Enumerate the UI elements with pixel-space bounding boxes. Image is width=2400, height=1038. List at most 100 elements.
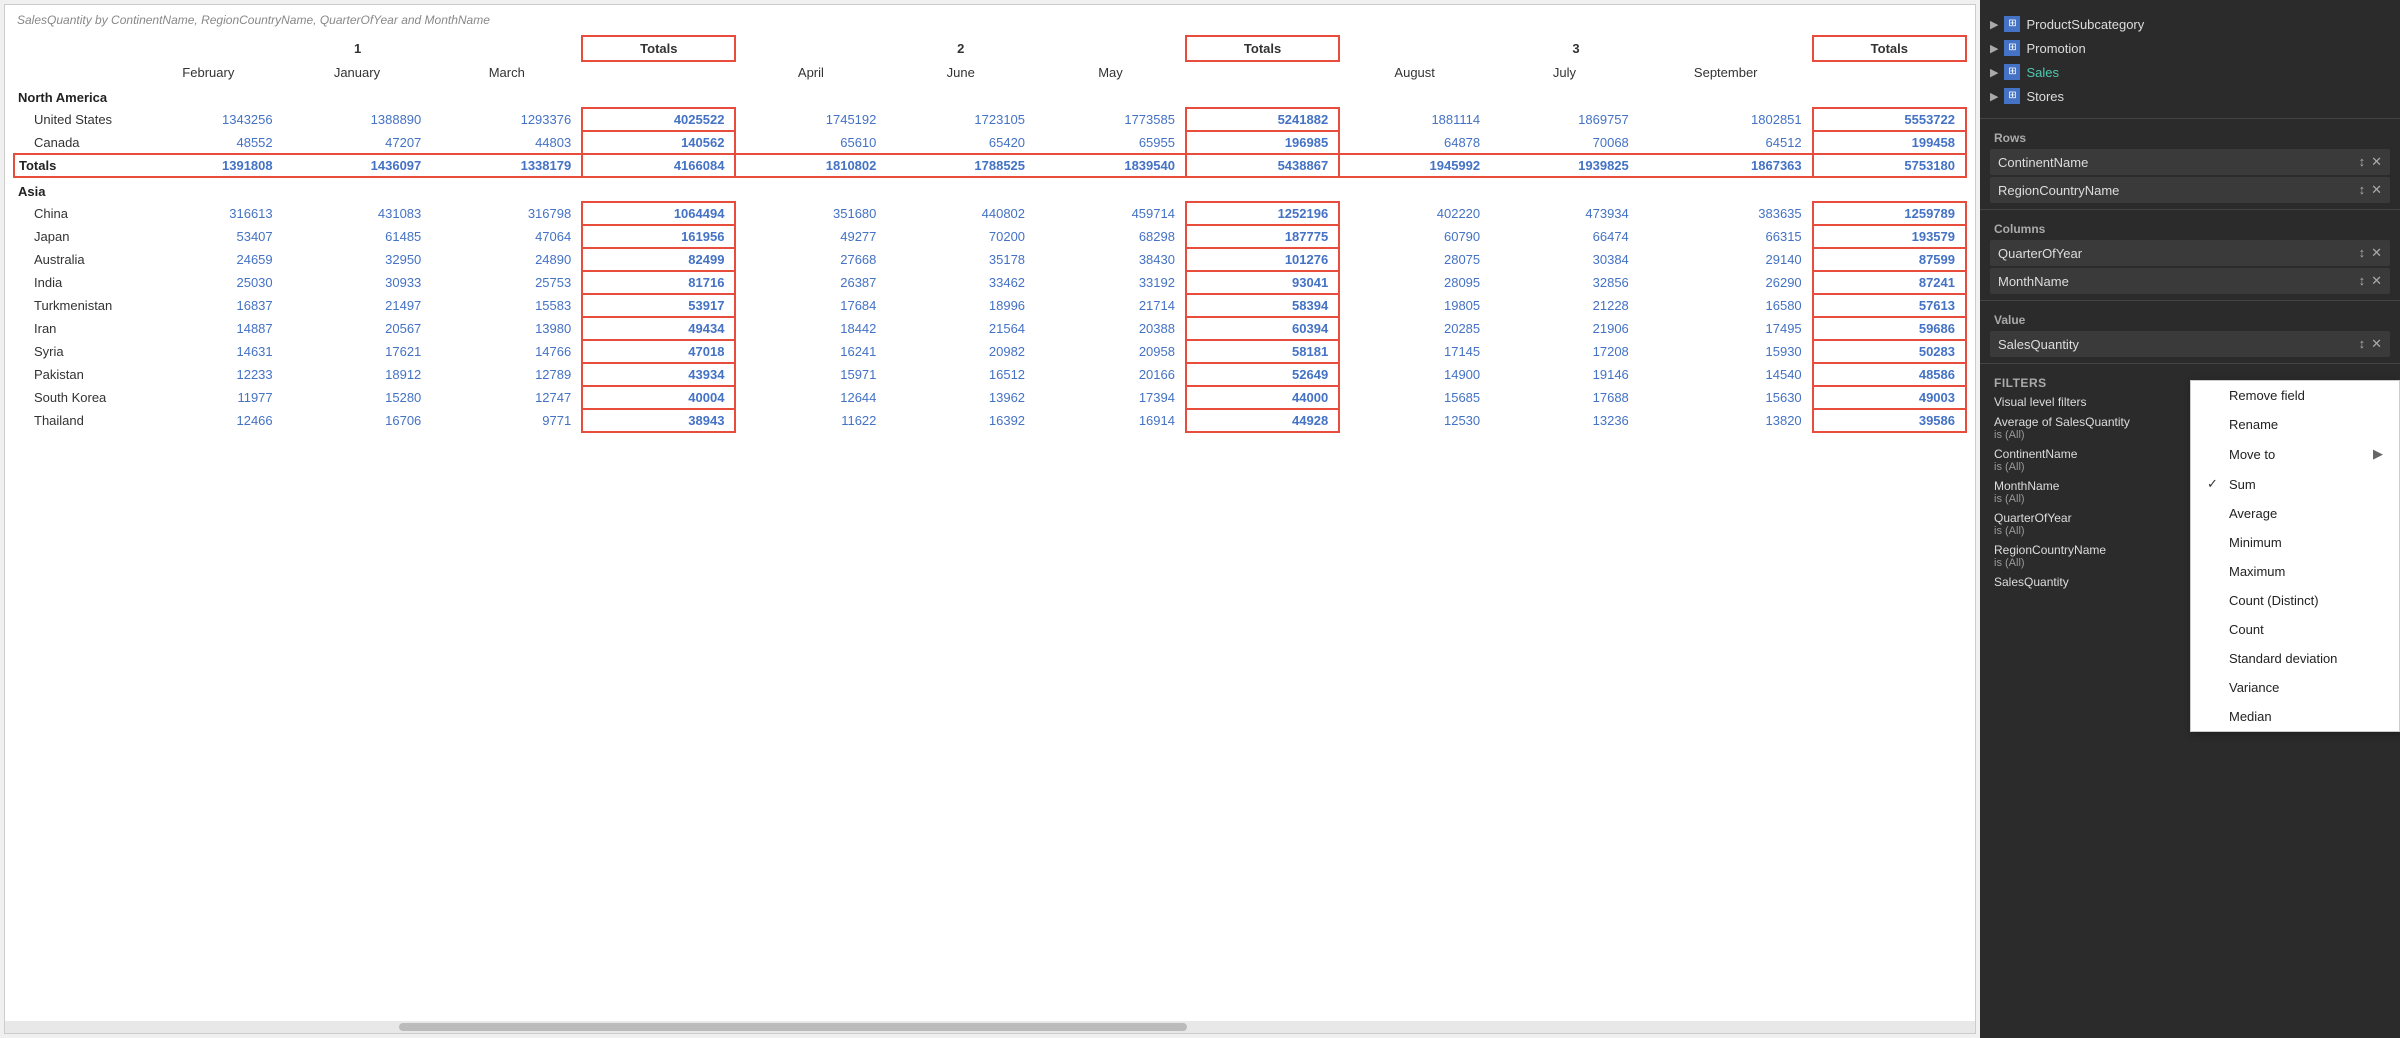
data-cell: 15930 xyxy=(1639,340,1813,363)
context-menu-item-count[interactable]: Count xyxy=(2191,615,2399,644)
context-menu-item-minimum[interactable]: Minimum xyxy=(2191,528,2399,557)
col-may: May xyxy=(1035,61,1186,84)
horizontal-scrollbar[interactable] xyxy=(5,1021,1975,1033)
sort-icon[interactable]: ↕ xyxy=(2359,154,2366,170)
q1-totals-cell: 82499 xyxy=(582,248,735,271)
remove-icon[interactable]: ✕ xyxy=(2371,182,2382,198)
table-scroll-area[interactable]: 1 Totals 2 Totals 3 Totals February Janu… xyxy=(5,31,1975,1021)
tree-item-stores[interactable]: ▶⊞Stores xyxy=(1980,84,2400,108)
sort-icon[interactable]: ↕ xyxy=(2359,182,2366,198)
field-icons: ↕✕ xyxy=(2359,245,2382,261)
data-cell: 47064 xyxy=(431,225,582,248)
remove-icon[interactable]: ✕ xyxy=(2371,245,2382,261)
context-menu-item-count-(distinct)[interactable]: Count (Distinct) xyxy=(2191,586,2399,615)
columns-section-label: Columns xyxy=(1980,216,2400,238)
context-menu-item-label: Count xyxy=(2229,622,2264,637)
data-cell: 12530 xyxy=(1339,409,1490,432)
context-menu-item-median[interactable]: Median xyxy=(2191,702,2399,731)
data-cell: 440802 xyxy=(886,202,1035,225)
sort-icon[interactable]: ↕ xyxy=(2359,336,2366,352)
col-jul: July xyxy=(1490,61,1639,84)
context-menu-item-label: Rename xyxy=(2229,417,2278,432)
tree-item-sales[interactable]: ▶⊞Sales xyxy=(1980,60,2400,84)
data-cell: 16392 xyxy=(886,409,1035,432)
col-jun: June xyxy=(886,61,1035,84)
sort-icon[interactable]: ↕ xyxy=(2359,245,2366,261)
q1-totals-cell: 43934 xyxy=(582,363,735,386)
totals-row-cell: 1391808 xyxy=(134,154,283,177)
field-icons: ↕✕ xyxy=(2359,273,2382,289)
value-field-pill[interactable]: SalesQuantity↕✕ xyxy=(1990,331,2390,357)
data-cell: 15583 xyxy=(431,294,582,317)
q3-totals-cell: 5553722 xyxy=(1813,108,1966,131)
h-scroll-thumb[interactable] xyxy=(399,1023,1187,1031)
remove-icon[interactable]: ✕ xyxy=(2371,336,2382,352)
data-cell: 24659 xyxy=(134,248,283,271)
rows-field-pill[interactable]: RegionCountryName↕✕ xyxy=(1990,177,2390,203)
data-cell: 24890 xyxy=(431,248,582,271)
tree-item-productsubcategory[interactable]: ▶⊞ProductSubcategory xyxy=(1980,12,2400,36)
context-menu-item-label: Remove field xyxy=(2229,388,2305,403)
context-menu-item-average[interactable]: Average xyxy=(2191,499,2399,528)
q3-totals-cell: 57613 xyxy=(1813,294,1966,317)
data-cell: 60790 xyxy=(1339,225,1490,248)
table-row: Australia2465932950248908249927668351783… xyxy=(14,248,1966,271)
q1-totals-header: Totals xyxy=(582,36,735,61)
tree-item-promotion[interactable]: ▶⊞Promotion xyxy=(1980,36,2400,60)
tree-items-container: ▶⊞ProductSubcategory▶⊞Promotion▶⊞Sales▶⊞… xyxy=(1980,12,2400,108)
col-mar: March xyxy=(431,61,582,84)
data-cell: 70068 xyxy=(1490,131,1639,154)
totals-row-cell: 1945992 xyxy=(1339,154,1490,177)
data-cell: 11622 xyxy=(735,409,886,432)
columns-field-pill[interactable]: QuarterOfYear↕✕ xyxy=(1990,240,2390,266)
data-cell: 14900 xyxy=(1339,363,1490,386)
context-menu-item-standard-deviation[interactable]: Standard deviation xyxy=(2191,644,2399,673)
data-cell: 20958 xyxy=(1035,340,1186,363)
context-menu-item-label: Minimum xyxy=(2229,535,2282,550)
col-feb: February xyxy=(134,61,283,84)
context-menu-item-label: Variance xyxy=(2229,680,2279,695)
q2-totals-header: Totals xyxy=(1186,36,1339,61)
context-menu-item-move-to[interactable]: Move to▶ xyxy=(2191,439,2399,469)
q2-totals-cell: 5241882 xyxy=(1186,108,1339,131)
totals-row-cell: 1939825 xyxy=(1490,154,1639,177)
context-menu-item-rename[interactable]: Rename xyxy=(2191,410,2399,439)
data-cell: 15630 xyxy=(1639,386,1813,409)
q2-totals-cell: 58181 xyxy=(1186,340,1339,363)
context-menu-item-maximum[interactable]: Maximum xyxy=(2191,557,2399,586)
expand-icon: ▶ xyxy=(1990,18,1998,31)
columns-field-pill[interactable]: MonthName↕✕ xyxy=(1990,268,2390,294)
remove-icon[interactable]: ✕ xyxy=(2371,273,2382,289)
tree-item-label: Sales xyxy=(2026,65,2059,80)
country-label: Turkmenistan xyxy=(14,294,134,317)
remove-icon[interactable]: ✕ xyxy=(2371,154,2382,170)
data-cell: 16241 xyxy=(735,340,886,363)
context-menu-item-remove-field[interactable]: Remove field xyxy=(2191,381,2399,410)
data-cell: 26290 xyxy=(1639,271,1813,294)
data-cell: 32950 xyxy=(283,248,432,271)
data-cell: 28095 xyxy=(1339,271,1490,294)
data-cell: 38430 xyxy=(1035,248,1186,271)
totals-row-cell: 1867363 xyxy=(1639,154,1813,177)
data-cell: 13980 xyxy=(431,317,582,340)
sort-icon[interactable]: ↕ xyxy=(2359,273,2366,289)
col-aug: August xyxy=(1339,61,1490,84)
data-cell: 65955 xyxy=(1035,131,1186,154)
data-cell: 65420 xyxy=(886,131,1035,154)
data-cell: 13236 xyxy=(1490,409,1639,432)
data-cell: 16914 xyxy=(1035,409,1186,432)
rows-field-pill[interactable]: ContinentName↕✕ xyxy=(1990,149,2390,175)
table-row: Canada4855247207448031405626561065420659… xyxy=(14,131,1966,154)
totals-row-cell: 1338179 xyxy=(431,154,582,177)
data-cell: 12747 xyxy=(431,386,582,409)
table-row: Turkmenistan1683721497155835391717684189… xyxy=(14,294,1966,317)
context-menu-item-variance[interactable]: Variance xyxy=(2191,673,2399,702)
table-row: Japan53407614854706416195649277702006829… xyxy=(14,225,1966,248)
data-cell: 20982 xyxy=(886,340,1035,363)
country-label: Thailand xyxy=(14,409,134,432)
q1-totals-cell: 1064494 xyxy=(582,202,735,225)
context-menu-item-sum[interactable]: ✓Sum xyxy=(2191,469,2399,499)
data-cell: 17688 xyxy=(1490,386,1639,409)
q2-totals-cell: 60394 xyxy=(1186,317,1339,340)
data-cell: 18912 xyxy=(283,363,432,386)
